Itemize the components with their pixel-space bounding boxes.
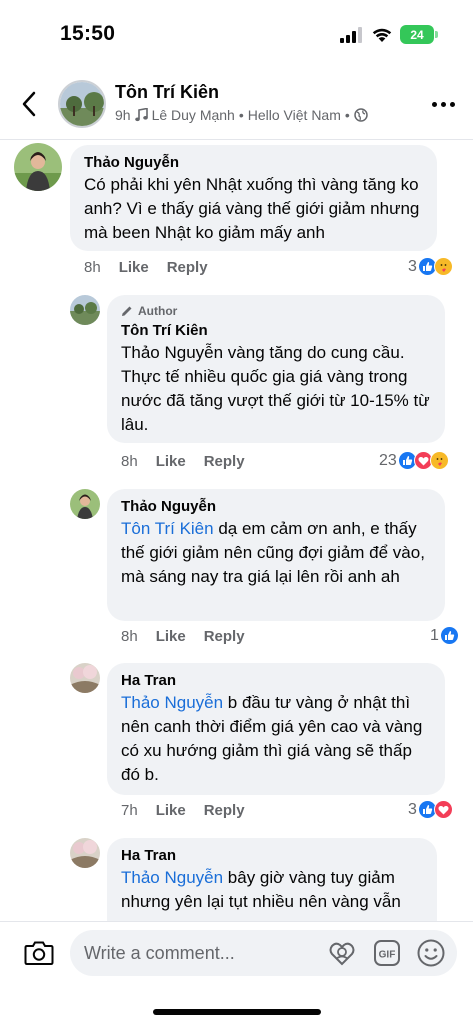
comment-bubble[interactable]: Ha Tran Thảo Nguyễn bây giờ vàng tuy giả…	[107, 838, 437, 921]
comment-actions: 8h Like Reply	[121, 628, 245, 645]
camera-icon	[24, 941, 54, 965]
like-reaction-icon	[439, 626, 459, 645]
flower-photo-icon	[70, 838, 100, 868]
page-name[interactable]: Tôn Trí Kiên	[115, 82, 219, 103]
care-reaction-icon	[429, 451, 449, 470]
globe-icon	[354, 108, 368, 122]
comment-composer: GIF	[0, 921, 473, 1024]
meta-separator-2: •	[344, 107, 350, 123]
reply-button[interactable]: Reply	[204, 453, 245, 470]
comment-author[interactable]: Thảo Nguyễn	[121, 497, 431, 517]
comment-bubble[interactable]: Author Tôn Trí Kiên Thảo Nguyễn vàng tăn…	[107, 295, 445, 443]
comment-bubble[interactable]: Thảo Nguyễn Tôn Trí Kiên dạ em cảm ơn an…	[107, 489, 445, 621]
landscape-photo-icon	[60, 82, 104, 126]
back-button[interactable]	[14, 86, 44, 122]
comment-actions: 8h Like Reply	[84, 259, 208, 276]
svg-text:GIF: GIF	[379, 950, 396, 961]
more-options-button[interactable]	[426, 92, 460, 116]
comment-text: Thảo Nguyễn bây giờ vàng tuy giảm nhưng …	[121, 866, 423, 914]
like-button[interactable]: Like	[156, 453, 186, 470]
reply-button[interactable]: Reply	[204, 802, 245, 819]
comment-text: Tôn Trí Kiên dạ em cảm ơn anh, e thấy th…	[121, 517, 431, 589]
camera-button[interactable]	[22, 936, 56, 970]
meta-separator: •	[238, 107, 244, 123]
wifi-icon	[372, 28, 392, 42]
reaction-summary[interactable]: 3	[408, 800, 453, 819]
mention-link[interactable]: Thảo Nguyễn	[121, 868, 223, 887]
battery-cap	[435, 31, 438, 38]
mention-link[interactable]: Tôn Trí Kiên	[121, 519, 214, 538]
love-reaction-icon	[433, 800, 453, 819]
person-photo-icon	[70, 489, 100, 519]
comment-time: 8h	[121, 628, 138, 645]
comment-bubble[interactable]: Thảo Nguyễn Có phải khi yên Nhật xuống t…	[70, 145, 437, 251]
comment-author[interactable]: Tôn Trí Kiên	[121, 321, 431, 341]
comment-actions: 8h Like Reply	[121, 453, 245, 470]
battery-level: 24	[410, 27, 424, 42]
avatar[interactable]	[70, 663, 100, 693]
music-note-icon	[134, 108, 148, 122]
person-photo-icon	[14, 143, 62, 191]
reply-button[interactable]: Reply	[167, 259, 208, 276]
home-indicator[interactable]	[153, 1009, 321, 1015]
status-bar: 15:50 24	[0, 0, 473, 66]
comment-author[interactable]: Ha Tran	[121, 846, 423, 866]
comment-actions: 7h Like Reply	[121, 802, 245, 819]
comment-text: Thảo Nguyễn b đầu tư vàng ở nhật thì nên…	[121, 691, 431, 787]
care-reaction-icon	[433, 257, 453, 276]
avatar[interactable]	[70, 489, 100, 519]
emoji-icon[interactable]	[416, 938, 446, 968]
comment-time: 8h	[121, 453, 138, 470]
page-avatar[interactable]	[58, 80, 106, 128]
like-button[interactable]: Like	[156, 802, 186, 819]
comment-time: 8h	[84, 259, 101, 276]
music-artist[interactable]: Lê Duy Mạnh	[152, 107, 235, 123]
landscape-photo-icon	[70, 295, 100, 325]
comment-author[interactable]: Ha Tran	[121, 671, 431, 691]
author-badge-label: Author	[138, 304, 178, 318]
avatar[interactable]	[70, 295, 100, 325]
comment-text: Có phải khi yên Nhật xuống thì vàng tăng…	[84, 175, 420, 242]
chevron-left-icon	[22, 91, 36, 117]
comment-bubble[interactable]: Ha Tran Thảo Nguyễn b đầu tư vàng ở nhật…	[107, 663, 445, 795]
pencil-icon	[122, 306, 132, 316]
comment-author[interactable]: Thảo Nguyễn	[84, 153, 423, 173]
battery-indicator: 24	[400, 25, 434, 44]
cellular-signal-icon	[340, 27, 362, 43]
like-button[interactable]: Like	[156, 628, 186, 645]
avatar[interactable]	[70, 838, 100, 868]
reply-button[interactable]: Reply	[204, 628, 245, 645]
author-badge: Author	[121, 303, 431, 319]
reaction-count: 3	[408, 800, 417, 818]
more-dots-icon	[431, 101, 437, 107]
mention-link[interactable]: Thảo Nguyễn	[121, 693, 223, 712]
reaction-summary[interactable]: 3	[408, 257, 453, 276]
music-song[interactable]: Hello Việt Nam	[248, 107, 341, 123]
comments-list[interactable]: Thảo Nguyễn Có phải khi yên Nhật xuống t…	[0, 141, 473, 921]
like-button[interactable]: Like	[119, 259, 149, 276]
gif-icon[interactable]: GIF	[373, 939, 401, 967]
reaction-count: 23	[379, 451, 397, 469]
status-time: 15:50	[60, 22, 116, 45]
comment-text: Thảo Nguyễn vàng tăng do cung cầu. Thực …	[121, 343, 430, 434]
post-meta: 9h Lê Duy Mạnh • Hello Việt Nam •	[115, 107, 368, 123]
post-time: 9h	[115, 107, 131, 123]
flower-photo-icon	[70, 663, 100, 693]
reaction-count: 3	[408, 257, 417, 275]
avatar-sticker-icon[interactable]	[328, 939, 356, 967]
reaction-summary[interactable]: 1	[430, 626, 459, 645]
reaction-count: 1	[430, 626, 439, 644]
avatar[interactable]	[14, 143, 62, 191]
post-header: Tôn Trí Kiên 9h Lê Duy Mạnh • Hello Việt…	[0, 70, 473, 140]
comment-time: 7h	[121, 802, 138, 819]
reaction-summary[interactable]: 23	[379, 451, 449, 470]
